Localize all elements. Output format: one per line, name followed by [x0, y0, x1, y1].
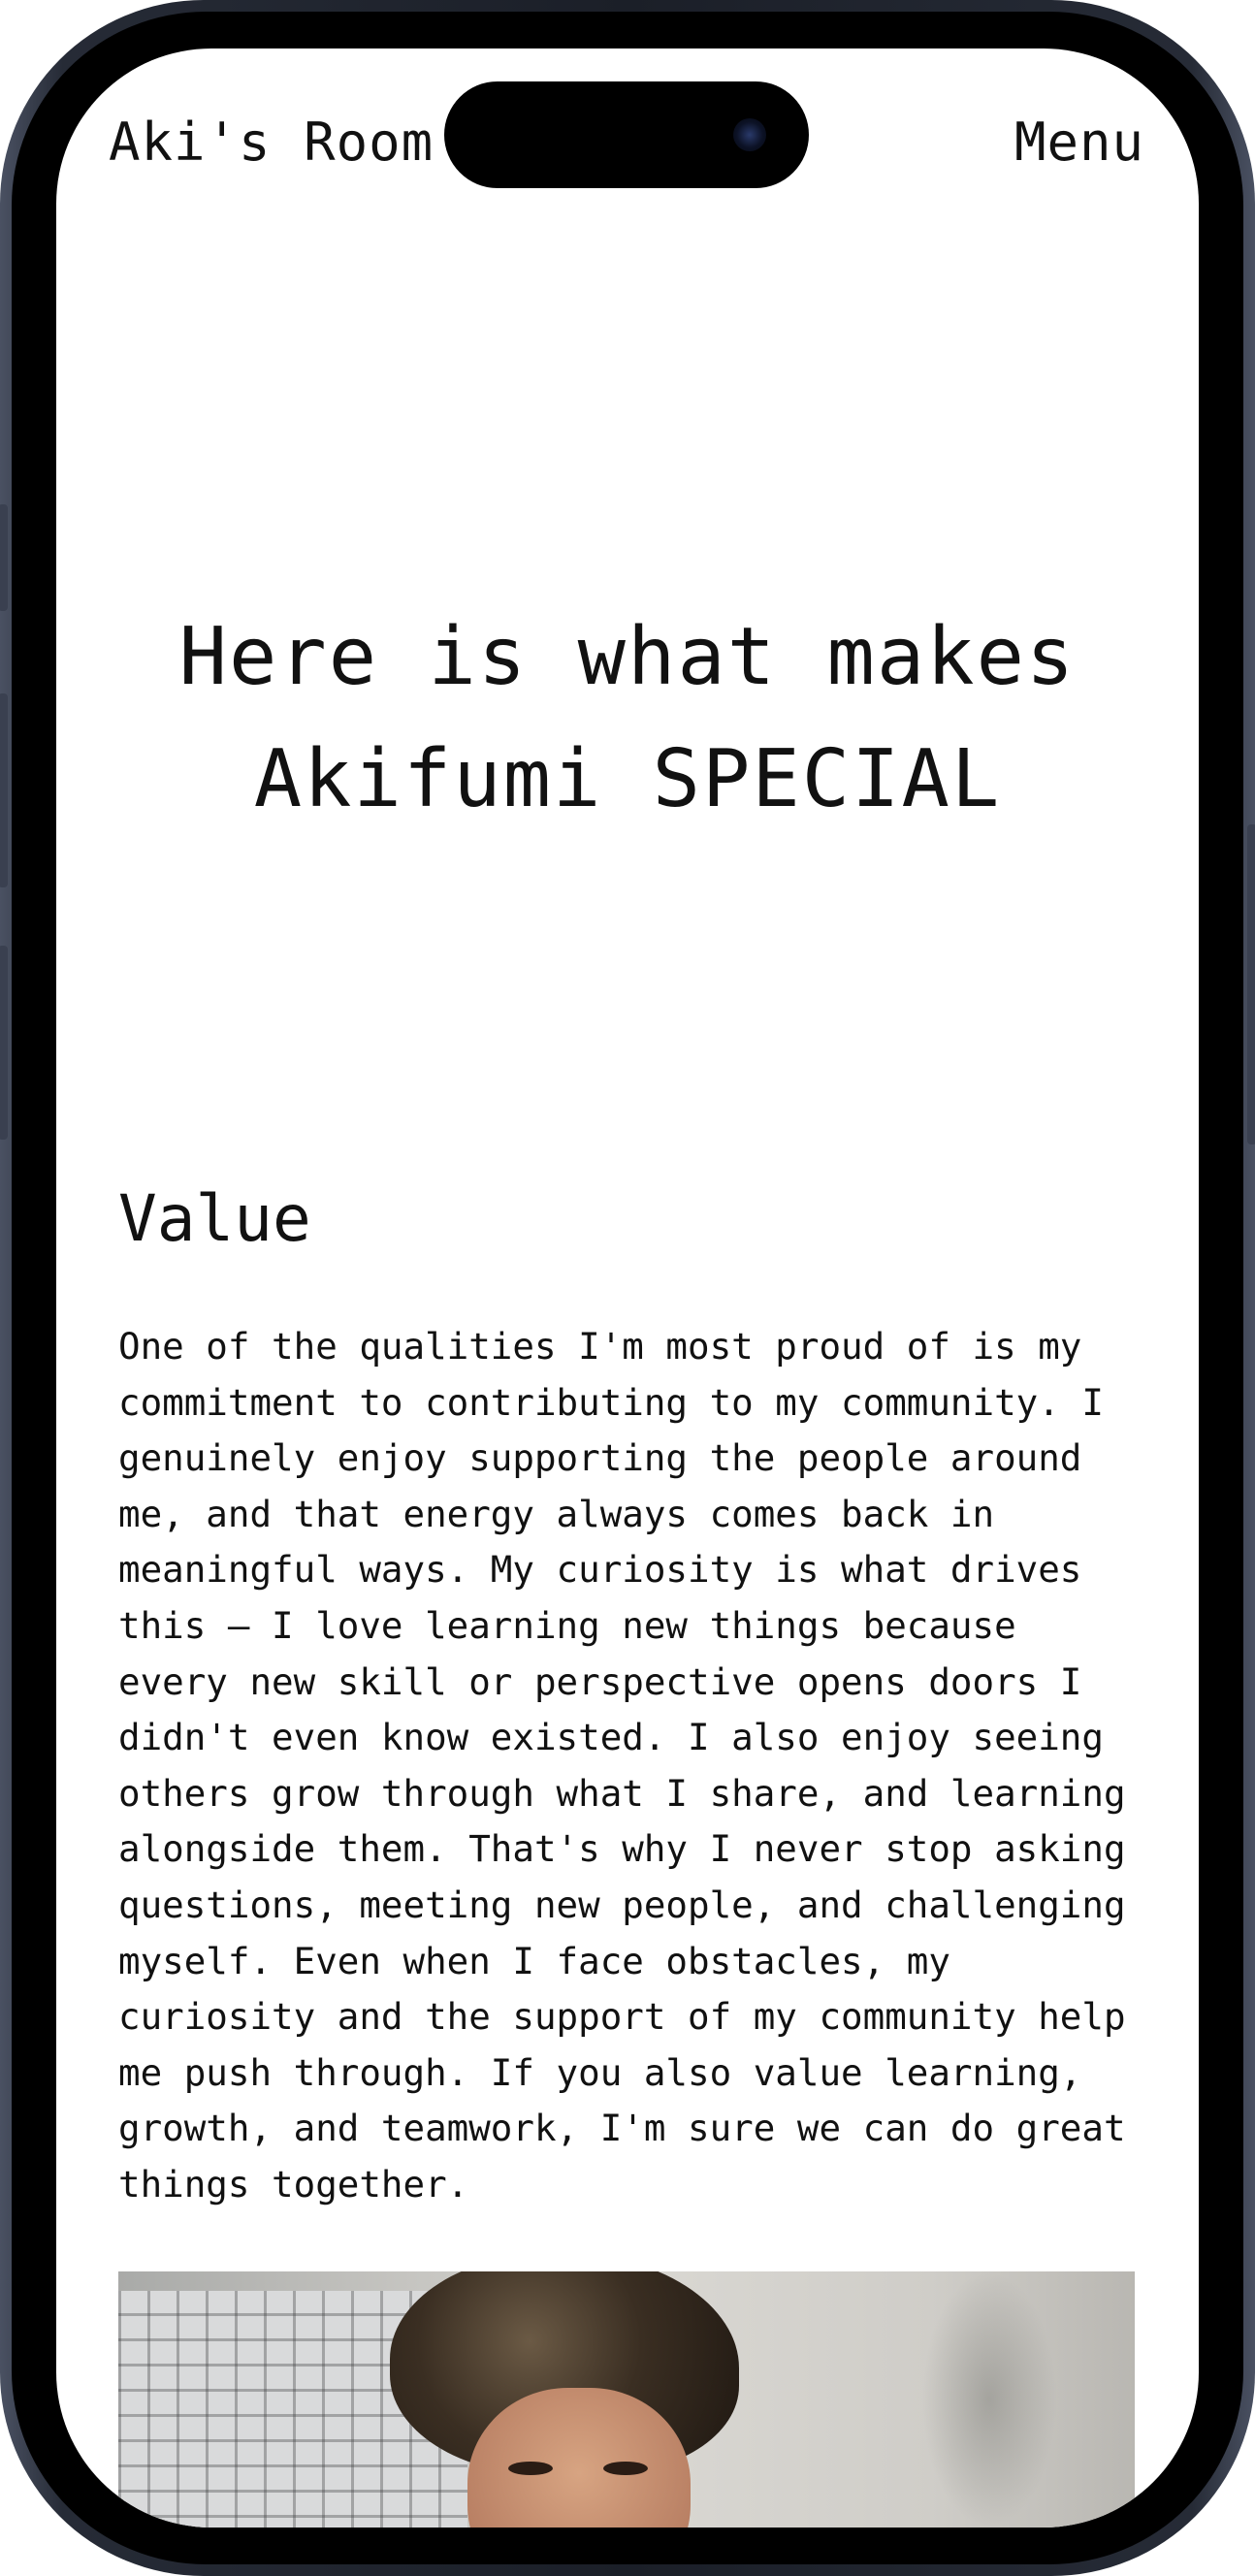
action-button	[0, 504, 8, 611]
volume-down-button	[0, 946, 8, 1140]
profile-photo	[118, 2271, 1135, 2528]
wall-shadow	[921, 2271, 1057, 2528]
power-button	[1247, 824, 1255, 1144]
hero-heading-line-2: Akifumi SPECIAL	[253, 733, 1002, 825]
section-heading-value: Value	[118, 1181, 311, 1256]
hero-heading-line-1: Here is what makes	[178, 611, 1077, 703]
menu-button[interactable]: Menu	[1014, 109, 1144, 177]
volume-up-button	[0, 693, 8, 887]
person-eye-left	[508, 2462, 553, 2475]
phone-frame: Aki's Room Menu Here is what makes Akifu…	[0, 0, 1255, 2576]
front-camera-icon	[733, 118, 766, 151]
person-eye-right	[603, 2462, 648, 2475]
screen: Aki's Room Menu Here is what makes Akifu…	[56, 48, 1199, 2528]
dynamic-island	[444, 81, 809, 188]
hero-heading: Here is what makes Akifumi SPECIAL	[114, 596, 1141, 841]
value-paragraph: One of the qualities I'm most proud of i…	[118, 1325, 1126, 2206]
site-title-link[interactable]: Aki's Room	[109, 109, 434, 177]
